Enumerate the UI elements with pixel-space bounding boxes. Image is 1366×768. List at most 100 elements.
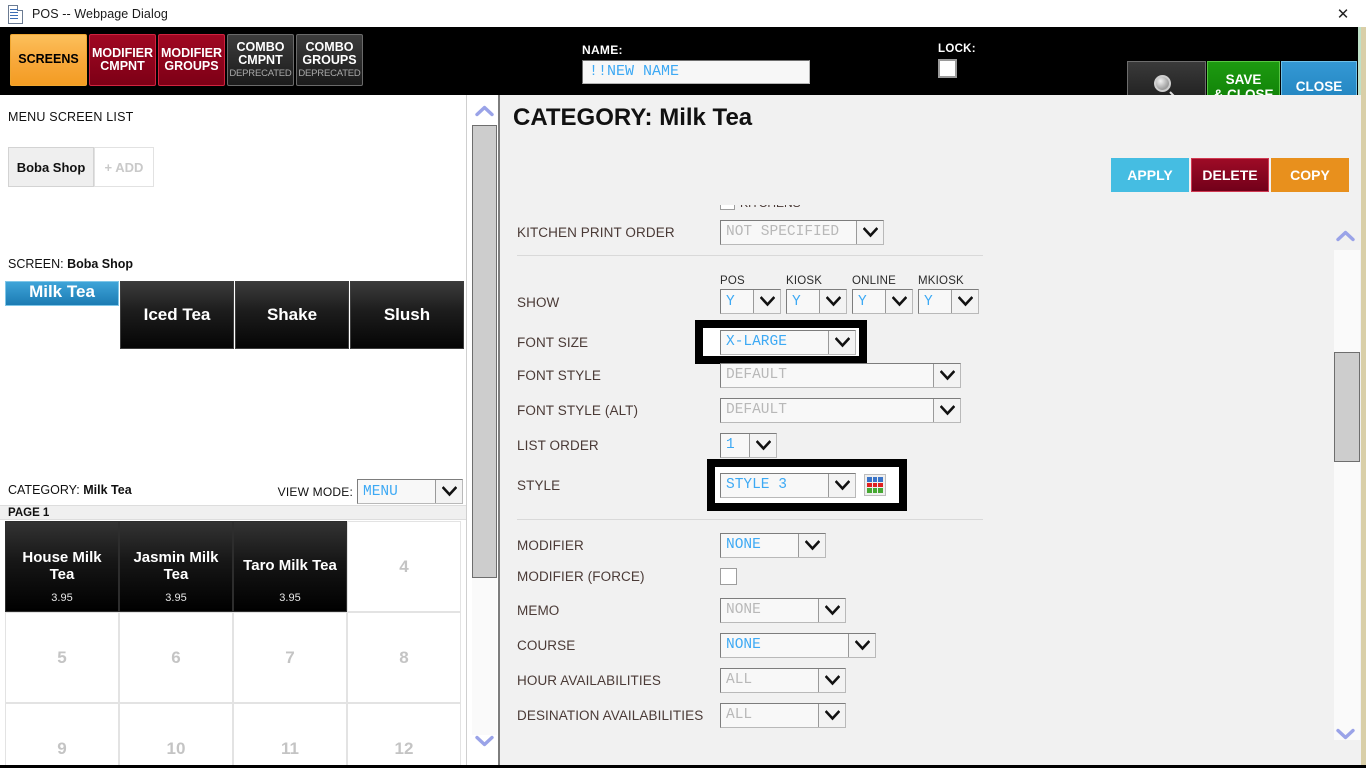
scroll-down-icon[interactable]: [1336, 728, 1355, 740]
tab-modifier-groups-line2: GROUPS: [164, 59, 219, 73]
destination-availabilities-label: DESINATION AVAILABILITIES: [517, 707, 704, 723]
course-select[interactable]: NONE: [720, 632, 876, 658]
right-scrollbar[interactable]: [1332, 220, 1362, 768]
tab-combo-groups[interactable]: COMBO GROUPS DEPRECATED: [296, 34, 363, 86]
memo-select[interactable]: NONE: [720, 597, 846, 623]
tab-combo-cmpnt-deprecated: DEPRECATED: [229, 67, 292, 79]
row-style: STYLE STYLE 3: [517, 459, 1307, 511]
grid-cell[interactable]: 5: [5, 612, 119, 703]
row-font-style: FONT STYLE DEFAULT: [517, 362, 1307, 388]
grid-row: 5 6 7 8: [5, 612, 462, 703]
modifier-label: MODIFIER: [517, 537, 584, 553]
style-select[interactable]: STYLE 3: [720, 472, 856, 498]
kitchens-label: KITCHENS: [740, 205, 801, 210]
category-tab-shake[interactable]: Shake: [235, 281, 349, 349]
chevron-down-icon: [818, 668, 845, 692]
chevron-down-icon: [933, 398, 960, 422]
show-online-select[interactable]: Y: [852, 289, 913, 314]
form-divider: [517, 519, 983, 520]
module-tabs: SCREENS MODIFIER CMPNT MODIFIER GROUPS C…: [10, 34, 363, 86]
chevron-down-icon: [828, 330, 855, 354]
name-input[interactable]: !!NEW NAME: [582, 60, 810, 84]
row-list-order: LIST ORDER 1: [517, 432, 1307, 458]
grid-cell[interactable]: 11: [233, 703, 347, 768]
grid-cell[interactable]: 12: [347, 703, 461, 768]
right-scroll-thumb[interactable]: [1334, 352, 1360, 462]
show-kiosk-value: Y: [792, 293, 801, 310]
font-style-label: FONT STYLE: [517, 367, 602, 383]
tab-modifier-groups[interactable]: MODIFIER GROUPS: [158, 34, 225, 86]
modifier-select[interactable]: NONE: [720, 532, 826, 558]
grid-cell[interactable]: 8: [347, 612, 461, 703]
modifier-force-label: MODIFIER (FORCE): [517, 568, 645, 584]
scroll-down-icon[interactable]: [475, 735, 494, 747]
grid-cell[interactable]: Taro Milk Tea 3.95: [233, 521, 347, 612]
delete-button[interactable]: DELETE: [1191, 158, 1269, 192]
font-style-alt-select[interactable]: DEFAULT: [720, 397, 961, 423]
list-order-select[interactable]: 1: [720, 432, 777, 458]
grid-cell[interactable]: 10: [119, 703, 233, 768]
show-mkiosk-value: Y: [924, 293, 933, 310]
window-edge-stripe: [1361, 27, 1366, 768]
close-icon[interactable]: ✕: [1320, 0, 1366, 27]
grid-cell[interactable]: 9: [5, 703, 119, 768]
right-scroll-track[interactable]: [1334, 250, 1360, 740]
modifier-value: NONE: [726, 537, 761, 553]
left-scroll-thumb[interactable]: [472, 125, 497, 578]
view-mode-select[interactable]: MENU: [357, 479, 463, 504]
font-style-alt-label: FONT STYLE (ALT): [517, 402, 639, 418]
left-scrollbar[interactable]: [468, 95, 500, 768]
chevron-down-icon: [753, 290, 780, 313]
view-mode-value: MENU: [363, 483, 398, 500]
scroll-up-icon[interactable]: [475, 105, 494, 117]
color-palette-icon[interactable]: [864, 474, 886, 496]
show-kiosk-select[interactable]: Y: [786, 289, 847, 314]
destination-availabilities-select[interactable]: ALL: [720, 702, 846, 728]
font-style-select[interactable]: DEFAULT: [720, 362, 961, 388]
row-kitchen-print-order: KITCHEN PRINT ORDER NOT SPECIFIED: [517, 219, 1307, 245]
memo-label: MEMO: [517, 602, 560, 618]
grid-cell[interactable]: House Milk Tea 3.95: [5, 521, 119, 612]
category-tab-slush[interactable]: Slush: [350, 281, 464, 349]
tab-combo-cmpnt-line1: COMBO: [236, 39, 285, 54]
font-size-select[interactable]: X-LARGE: [720, 329, 856, 355]
grid-cell[interactable]: 7: [233, 612, 347, 703]
copy-button[interactable]: COPY: [1271, 158, 1349, 192]
view-mode-group: VIEW MODE: MENU: [278, 479, 463, 504]
document-icon: [8, 4, 24, 24]
record-actions: APPLY DELETE COPY: [1111, 158, 1349, 192]
screen-breadcrumb-prefix: SCREEN:: [8, 257, 64, 271]
lock-label: LOCK:: [938, 43, 976, 55]
window-edge-stripe-top: [1358, 27, 1361, 95]
hour-availabilities-select[interactable]: ALL: [720, 667, 846, 693]
row-show: SHOW POS Y KIOSK Y ONLINE Y MKIOSK Y: [517, 270, 1307, 314]
show-pos-select[interactable]: Y: [720, 289, 781, 314]
add-screen-button[interactable]: + ADD: [94, 147, 154, 187]
lock-checkbox[interactable]: [938, 59, 957, 78]
chevron-down-icon: [819, 290, 846, 313]
screen-item-boba-shop[interactable]: Boba Shop: [8, 147, 94, 187]
kitchens-checkbox[interactable]: [720, 205, 735, 210]
scroll-up-icon[interactable]: [1336, 230, 1355, 242]
kitchen-print-order-value: NOT SPECIFIED: [726, 224, 840, 240]
page-header: PAGE 1: [0, 505, 466, 520]
kitchen-print-order-select[interactable]: NOT SPECIFIED: [720, 219, 884, 245]
category-tabs: Milk Tea Iced Tea Shake Slush: [5, 281, 464, 349]
category-form: KITCHENS KITCHEN PRINT ORDER NOT SPECIFI…: [517, 205, 1307, 737]
form-divider: [517, 255, 983, 256]
show-mkiosk-select[interactable]: Y: [918, 289, 979, 314]
category-tab-milk-tea[interactable]: Milk Tea: [5, 281, 119, 306]
apply-button[interactable]: APPLY: [1111, 158, 1189, 192]
tab-screens[interactable]: SCREENS: [10, 34, 87, 86]
tab-combo-cmpnt[interactable]: COMBO CMPNT DEPRECATED: [227, 34, 294, 86]
course-value: NONE: [726, 637, 761, 653]
page-title: CATEGORY: Milk Tea: [513, 104, 753, 131]
show-col-mkiosk: MKIOSK Y: [918, 275, 979, 314]
category-tab-iced-tea[interactable]: Iced Tea: [120, 281, 234, 349]
grid-cell[interactable]: 4: [347, 521, 461, 612]
grid-cell[interactable]: Jasmin Milk Tea 3.95: [119, 521, 233, 612]
tab-modifier-cmpnt[interactable]: MODIFIER CMPNT: [89, 34, 156, 86]
chevron-down-icon: [749, 433, 776, 457]
modifier-force-checkbox[interactable]: [720, 567, 737, 585]
grid-cell[interactable]: 6: [119, 612, 233, 703]
